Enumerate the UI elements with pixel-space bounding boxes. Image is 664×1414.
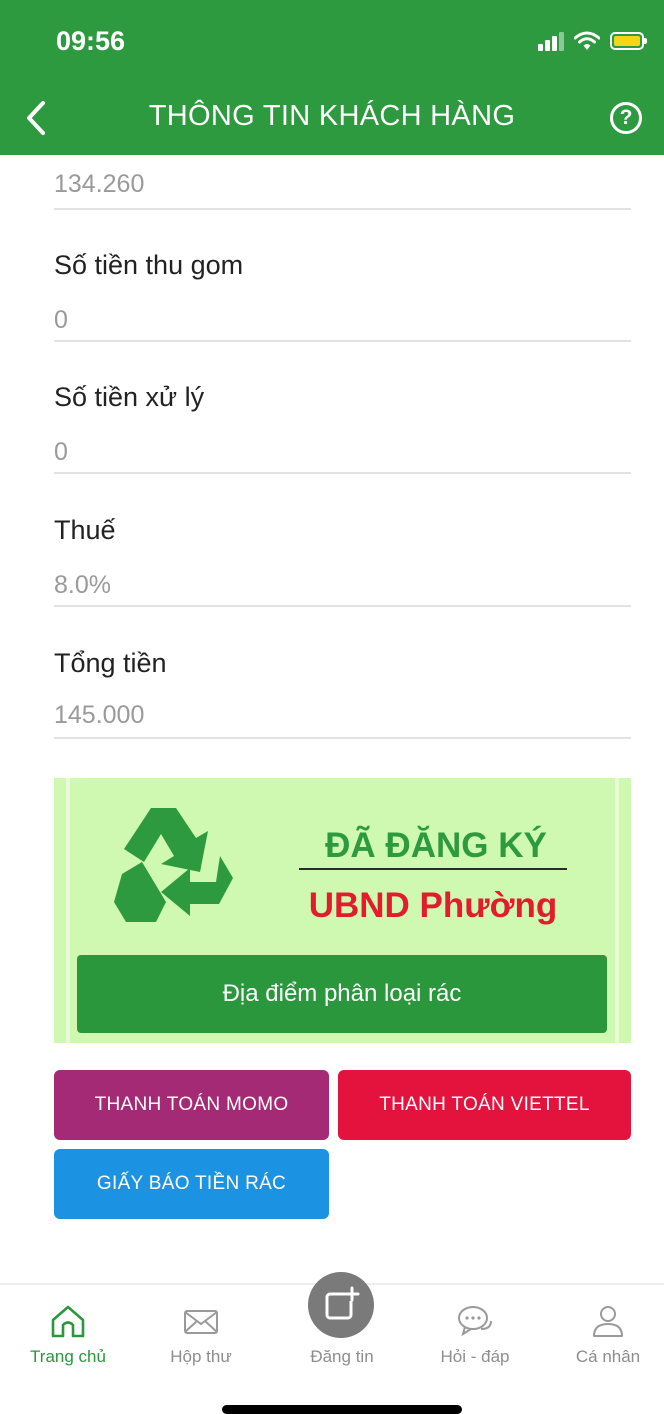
registration-authority: UBND Phường <box>308 886 558 925</box>
tab-qa[interactable]: Hỏi - đáp <box>420 1285 530 1385</box>
tab-label: Hỏi - đáp <box>440 1347 510 1366</box>
field-label: Thuế <box>54 515 116 545</box>
field-value: 0 <box>54 438 68 466</box>
field-divider <box>54 208 631 210</box>
wifi-icon <box>574 31 600 50</box>
field-total: Tổng tiền 145.000 <box>54 648 631 739</box>
app-header: 09:56 THÔNG TIN KHÁCH HÀNG ? <box>0 0 664 155</box>
sorting-location-button[interactable]: Địa điểm phân loại rác <box>77 955 607 1033</box>
home-icon <box>51 1305 85 1338</box>
nav-bar: THÔNG TIN KHÁCH HÀNG ? <box>0 82 664 155</box>
field-label: Tổng tiền <box>54 648 167 678</box>
field-divider <box>54 737 631 739</box>
tab-profile[interactable]: Cá nhân <box>553 1285 663 1385</box>
tab-label: Đăng tin <box>310 1347 374 1366</box>
status-icons <box>538 30 647 52</box>
tab-label: Trang chủ <box>30 1347 106 1366</box>
field-processing-amount: Số tiền xử lý 0 <box>54 382 631 474</box>
page-title: THÔNG TIN KHÁCH HÀNG <box>148 100 516 132</box>
field-fee: 134.260 <box>54 170 631 210</box>
cellular-signal-icon <box>538 31 564 51</box>
viettel-payment-button[interactable]: THANH TOÁN VIETTEL <box>338 1070 631 1140</box>
garbage-bill-button[interactable]: GIẤY BÁO TIỀN RÁC <box>54 1149 329 1219</box>
recycle-icon <box>114 808 233 922</box>
battery-icon <box>610 32 647 50</box>
field-value: 0 <box>54 306 68 334</box>
field-label: Số tiền xử lý <box>54 382 205 412</box>
field-label: Số tiền thu gom <box>54 250 244 280</box>
post-button-circle <box>308 1272 374 1338</box>
card-edge-right <box>615 778 619 1043</box>
chat-icon <box>458 1306 492 1337</box>
field-value: 8.0% <box>54 571 111 599</box>
field-divider <box>54 340 631 342</box>
field-divider <box>54 472 631 474</box>
field-divider <box>54 605 631 607</box>
field-value: 134.260 <box>54 170 145 198</box>
registration-card: ĐÃ ĐĂNG KÝ UBND Phường Địa điểm phân loạ… <box>54 778 631 1043</box>
status-time: 09:56 <box>56 26 126 56</box>
status-bar: 09:56 <box>0 0 664 82</box>
field-value: 145.000 <box>54 701 145 729</box>
user-icon <box>593 1306 623 1337</box>
question-icon: ? <box>619 106 633 129</box>
tab-inbox[interactable]: Hộp thư <box>146 1285 256 1385</box>
tab-label: Cá nhân <box>575 1347 641 1366</box>
registration-divider <box>299 868 567 870</box>
card-edge-left <box>66 778 70 1043</box>
help-button[interactable]: ? <box>610 102 642 134</box>
tab-home[interactable]: Trang chủ <box>13 1285 123 1385</box>
tab-post[interactable]: Đăng tin <box>287 1272 397 1385</box>
mail-icon <box>184 1310 218 1334</box>
field-tax: Thuế 8.0% <box>54 515 631 607</box>
momo-payment-button[interactable]: THANH TOÁN MOMO <box>54 1070 329 1140</box>
post-icon <box>325 1286 360 1320</box>
registration-status: ĐÃ ĐĂNG KÝ <box>325 826 547 865</box>
bottom-tab-bar: Trang chủ Hộp thư Đăng tin Hỏi - đáp Cá … <box>0 1272 664 1414</box>
home-indicator <box>222 1405 462 1414</box>
tab-label: Hộp thư <box>170 1347 232 1366</box>
field-collection-amount: Số tiền thu gom 0 <box>54 250 631 342</box>
